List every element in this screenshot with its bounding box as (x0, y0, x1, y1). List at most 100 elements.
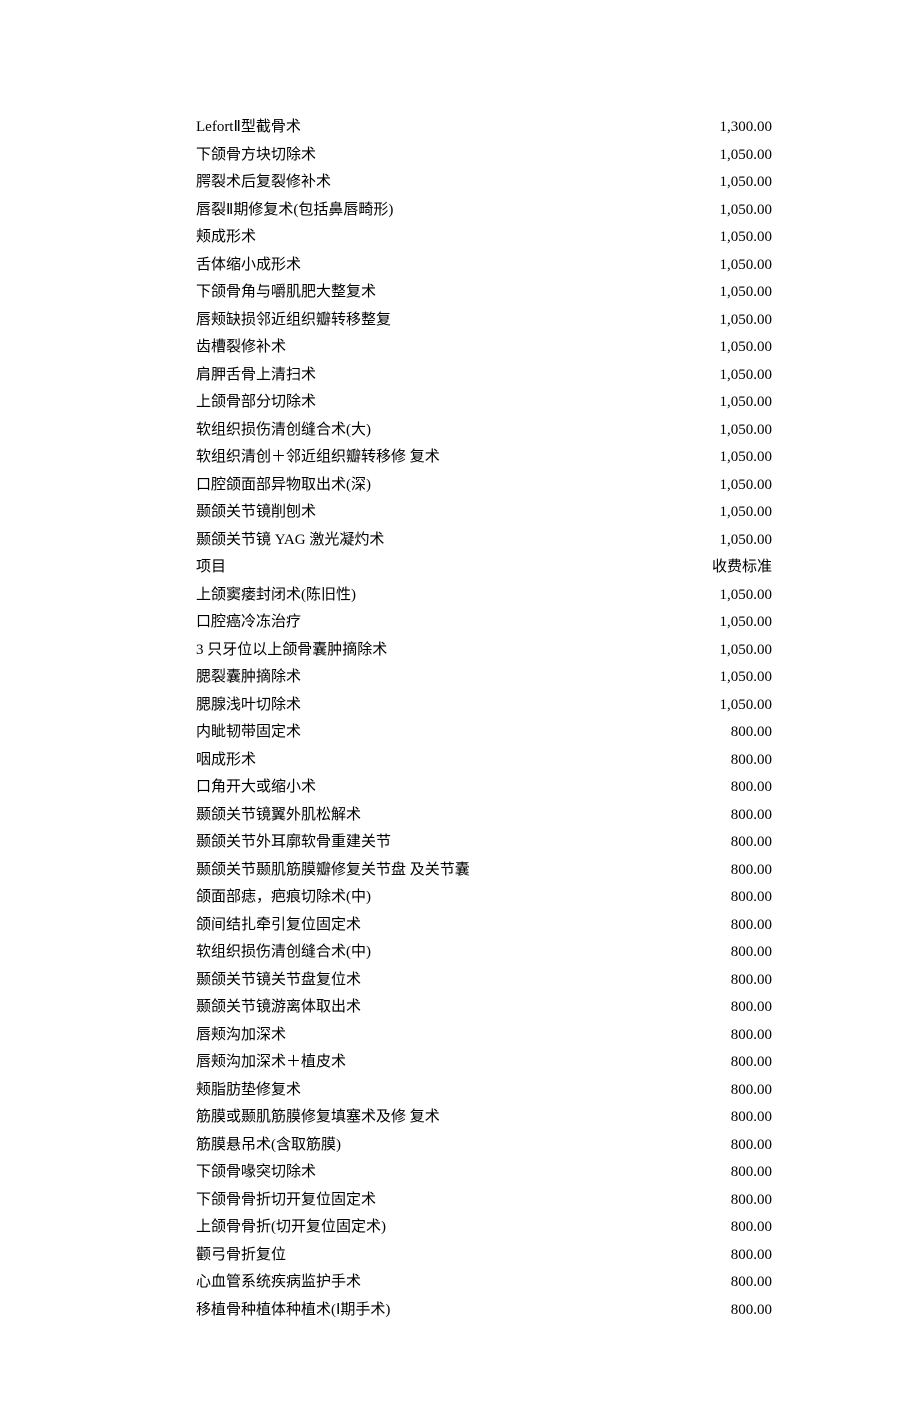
table-row: 软组织清创＋邻近组织瓣转移修 复术1,050.00 (196, 444, 772, 472)
procedure-price: 1,050.00 (672, 307, 772, 335)
procedure-price: 800.00 (672, 1049, 772, 1077)
procedure-price: 1,050.00 (672, 252, 772, 280)
procedure-price: 800.00 (672, 1077, 772, 1105)
table-row: 颞颌关节镜 YAG 激光凝灼术1,050.00 (196, 527, 772, 555)
procedure-name: 颞颌关节镜游离体取出术 (196, 994, 672, 1022)
procedure-name: 上颌窦瘘封闭术(陈旧性) (196, 582, 672, 610)
table-row: 颞颌关节镜关节盘复位术800.00 (196, 967, 772, 995)
procedure-name: 上颌骨部分切除术 (196, 389, 672, 417)
procedure-price: 1,050.00 (672, 142, 772, 170)
procedure-price: 1,050.00 (672, 582, 772, 610)
table-row: 唇颊缺损邻近组织瓣转移整复1,050.00 (196, 307, 772, 335)
procedure-price: 1,050.00 (672, 527, 772, 555)
table-row: 上颌骨骨折(切开复位固定术)800.00 (196, 1214, 772, 1242)
procedure-name: LefortⅡ型截骨术 (196, 114, 672, 142)
table-row: 齿槽裂修补术1,050.00 (196, 334, 772, 362)
procedure-name: 心血管系统疾病监护手术 (196, 1269, 672, 1297)
table-row: 移植骨种植体种植术(Ⅰ期手术)800.00 (196, 1297, 772, 1325)
table-row: 筋膜或颞肌筋膜修复填塞术及修 复术800.00 (196, 1104, 772, 1132)
procedure-price: 1,050.00 (672, 197, 772, 225)
table-row: 舌体缩小成形术1,050.00 (196, 252, 772, 280)
procedure-name: 颞颌关节镜翼外肌松解术 (196, 802, 672, 830)
procedure-name: 移植骨种植体种植术(Ⅰ期手术) (196, 1297, 672, 1325)
table-row: 颊成形术1,050.00 (196, 224, 772, 252)
procedure-price: 800.00 (672, 1242, 772, 1270)
table-row: 软组织损伤清创缝合术(大)1,050.00 (196, 417, 772, 445)
procedure-name: 筋膜或颞肌筋膜修复填塞术及修 复术 (196, 1104, 672, 1132)
procedure-name: 腮裂囊肿摘除术 (196, 664, 672, 692)
procedure-name: 口腔癌冷冻治疗 (196, 609, 672, 637)
procedure-name: 颞颌关节镜 YAG 激光凝灼术 (196, 527, 672, 555)
procedure-name: 软组织损伤清创缝合术(中) (196, 939, 672, 967)
procedure-name: 唇颊沟加深术 (196, 1022, 672, 1050)
procedure-name: 齿槽裂修补术 (196, 334, 672, 362)
procedure-name: 口角开大或缩小术 (196, 774, 672, 802)
table-row: 上颌窦瘘封闭术(陈旧性)1,050.00 (196, 582, 772, 610)
procedure-price: 800.00 (672, 1269, 772, 1297)
table-row: 颊脂肪垫修复术800.00 (196, 1077, 772, 1105)
procedure-name: 唇裂Ⅱ期修复术(包括鼻唇畸形) (196, 197, 672, 225)
procedure-price: 800.00 (672, 1022, 772, 1050)
table-row: 腮裂囊肿摘除术1,050.00 (196, 664, 772, 692)
procedure-name: 下颌骨角与嚼肌肥大整复术 (196, 279, 672, 307)
procedure-name: 颞颌关节外耳廓软骨重建关节 (196, 829, 672, 857)
procedure-price: 1,050.00 (672, 362, 772, 390)
procedure-name: 颊脂肪垫修复术 (196, 1077, 672, 1105)
procedure-price: 1,050.00 (672, 472, 772, 500)
procedure-price: 800.00 (672, 774, 772, 802)
table-row: 口腔颌面部异物取出术(深)1,050.00 (196, 472, 772, 500)
table-row: 3 只牙位以上颌骨囊肿摘除术1,050.00 (196, 637, 772, 665)
procedure-name: 下颌骨方块切除术 (196, 142, 672, 170)
table-row: 项目收费标准 (196, 554, 772, 582)
procedure-price: 800.00 (672, 1104, 772, 1132)
procedure-name: 内眦韧带固定术 (196, 719, 672, 747)
procedure-price: 1,050.00 (672, 169, 772, 197)
procedure-price: 1,050.00 (672, 417, 772, 445)
procedure-price: 1,050.00 (672, 664, 772, 692)
table-row: 颞颌关节颞肌筋膜瓣修复关节盘 及关节囊800.00 (196, 857, 772, 885)
table-row: 颧弓骨折复位800.00 (196, 1242, 772, 1270)
procedure-name: 颌间结扎牵引复位固定术 (196, 912, 672, 940)
table-row: 下颌骨喙突切除术800.00 (196, 1159, 772, 1187)
table-row: 咽成形术800.00 (196, 747, 772, 775)
procedure-name: 筋膜悬吊术(含取筋膜) (196, 1132, 672, 1160)
procedure-name: 上颌骨骨折(切开复位固定术) (196, 1214, 672, 1242)
procedure-price: 1,050.00 (672, 224, 772, 252)
procedure-name: 下颌骨喙突切除术 (196, 1159, 672, 1187)
procedure-name: 腭裂术后复裂修补术 (196, 169, 672, 197)
procedure-name: 3 只牙位以上颌骨囊肿摘除术 (196, 637, 672, 665)
table-row: 颌面部痣，疤痕切除术(中)800.00 (196, 884, 772, 912)
table-row: LefortⅡ型截骨术1,300.00 (196, 114, 772, 142)
procedure-price: 1,050.00 (672, 334, 772, 362)
table-row: 颌间结扎牵引复位固定术800.00 (196, 912, 772, 940)
procedure-price: 1,050.00 (672, 444, 772, 472)
procedure-price: 1,050.00 (672, 637, 772, 665)
procedure-name: 颊成形术 (196, 224, 672, 252)
procedure-name: 颞颌关节镜关节盘复位术 (196, 967, 672, 995)
table-row: 腭裂术后复裂修补术1,050.00 (196, 169, 772, 197)
table-row: 上颌骨部分切除术1,050.00 (196, 389, 772, 417)
table-row: 口腔癌冷冻治疗1,050.00 (196, 609, 772, 637)
procedure-name: 肩胛舌骨上清扫术 (196, 362, 672, 390)
procedure-price: 收费标准 (672, 554, 772, 582)
procedure-price: 800.00 (672, 912, 772, 940)
table-row: 颞颌关节外耳廓软骨重建关节800.00 (196, 829, 772, 857)
procedure-price: 1,050.00 (672, 279, 772, 307)
procedure-price: 800.00 (672, 719, 772, 747)
procedure-name: 颞颌关节镜削刨术 (196, 499, 672, 527)
price-list: LefortⅡ型截骨术1,300.00下颌骨方块切除术1,050.00腭裂术后复… (196, 114, 772, 1324)
procedure-price: 800.00 (672, 857, 772, 885)
procedure-name: 腮腺浅叶切除术 (196, 692, 672, 720)
procedure-name: 项目 (196, 554, 672, 582)
table-row: 口角开大或缩小术800.00 (196, 774, 772, 802)
procedure-name: 唇颊缺损邻近组织瓣转移整复 (196, 307, 672, 335)
procedure-price: 800.00 (672, 1214, 772, 1242)
procedure-name: 舌体缩小成形术 (196, 252, 672, 280)
procedure-name: 唇颊沟加深术＋植皮术 (196, 1049, 672, 1077)
procedure-price: 800.00 (672, 967, 772, 995)
procedure-name: 颧弓骨折复位 (196, 1242, 672, 1270)
procedure-price: 800.00 (672, 939, 772, 967)
procedure-price: 800.00 (672, 1159, 772, 1187)
table-row: 下颌骨角与嚼肌肥大整复术1,050.00 (196, 279, 772, 307)
procedure-price: 1,050.00 (672, 692, 772, 720)
